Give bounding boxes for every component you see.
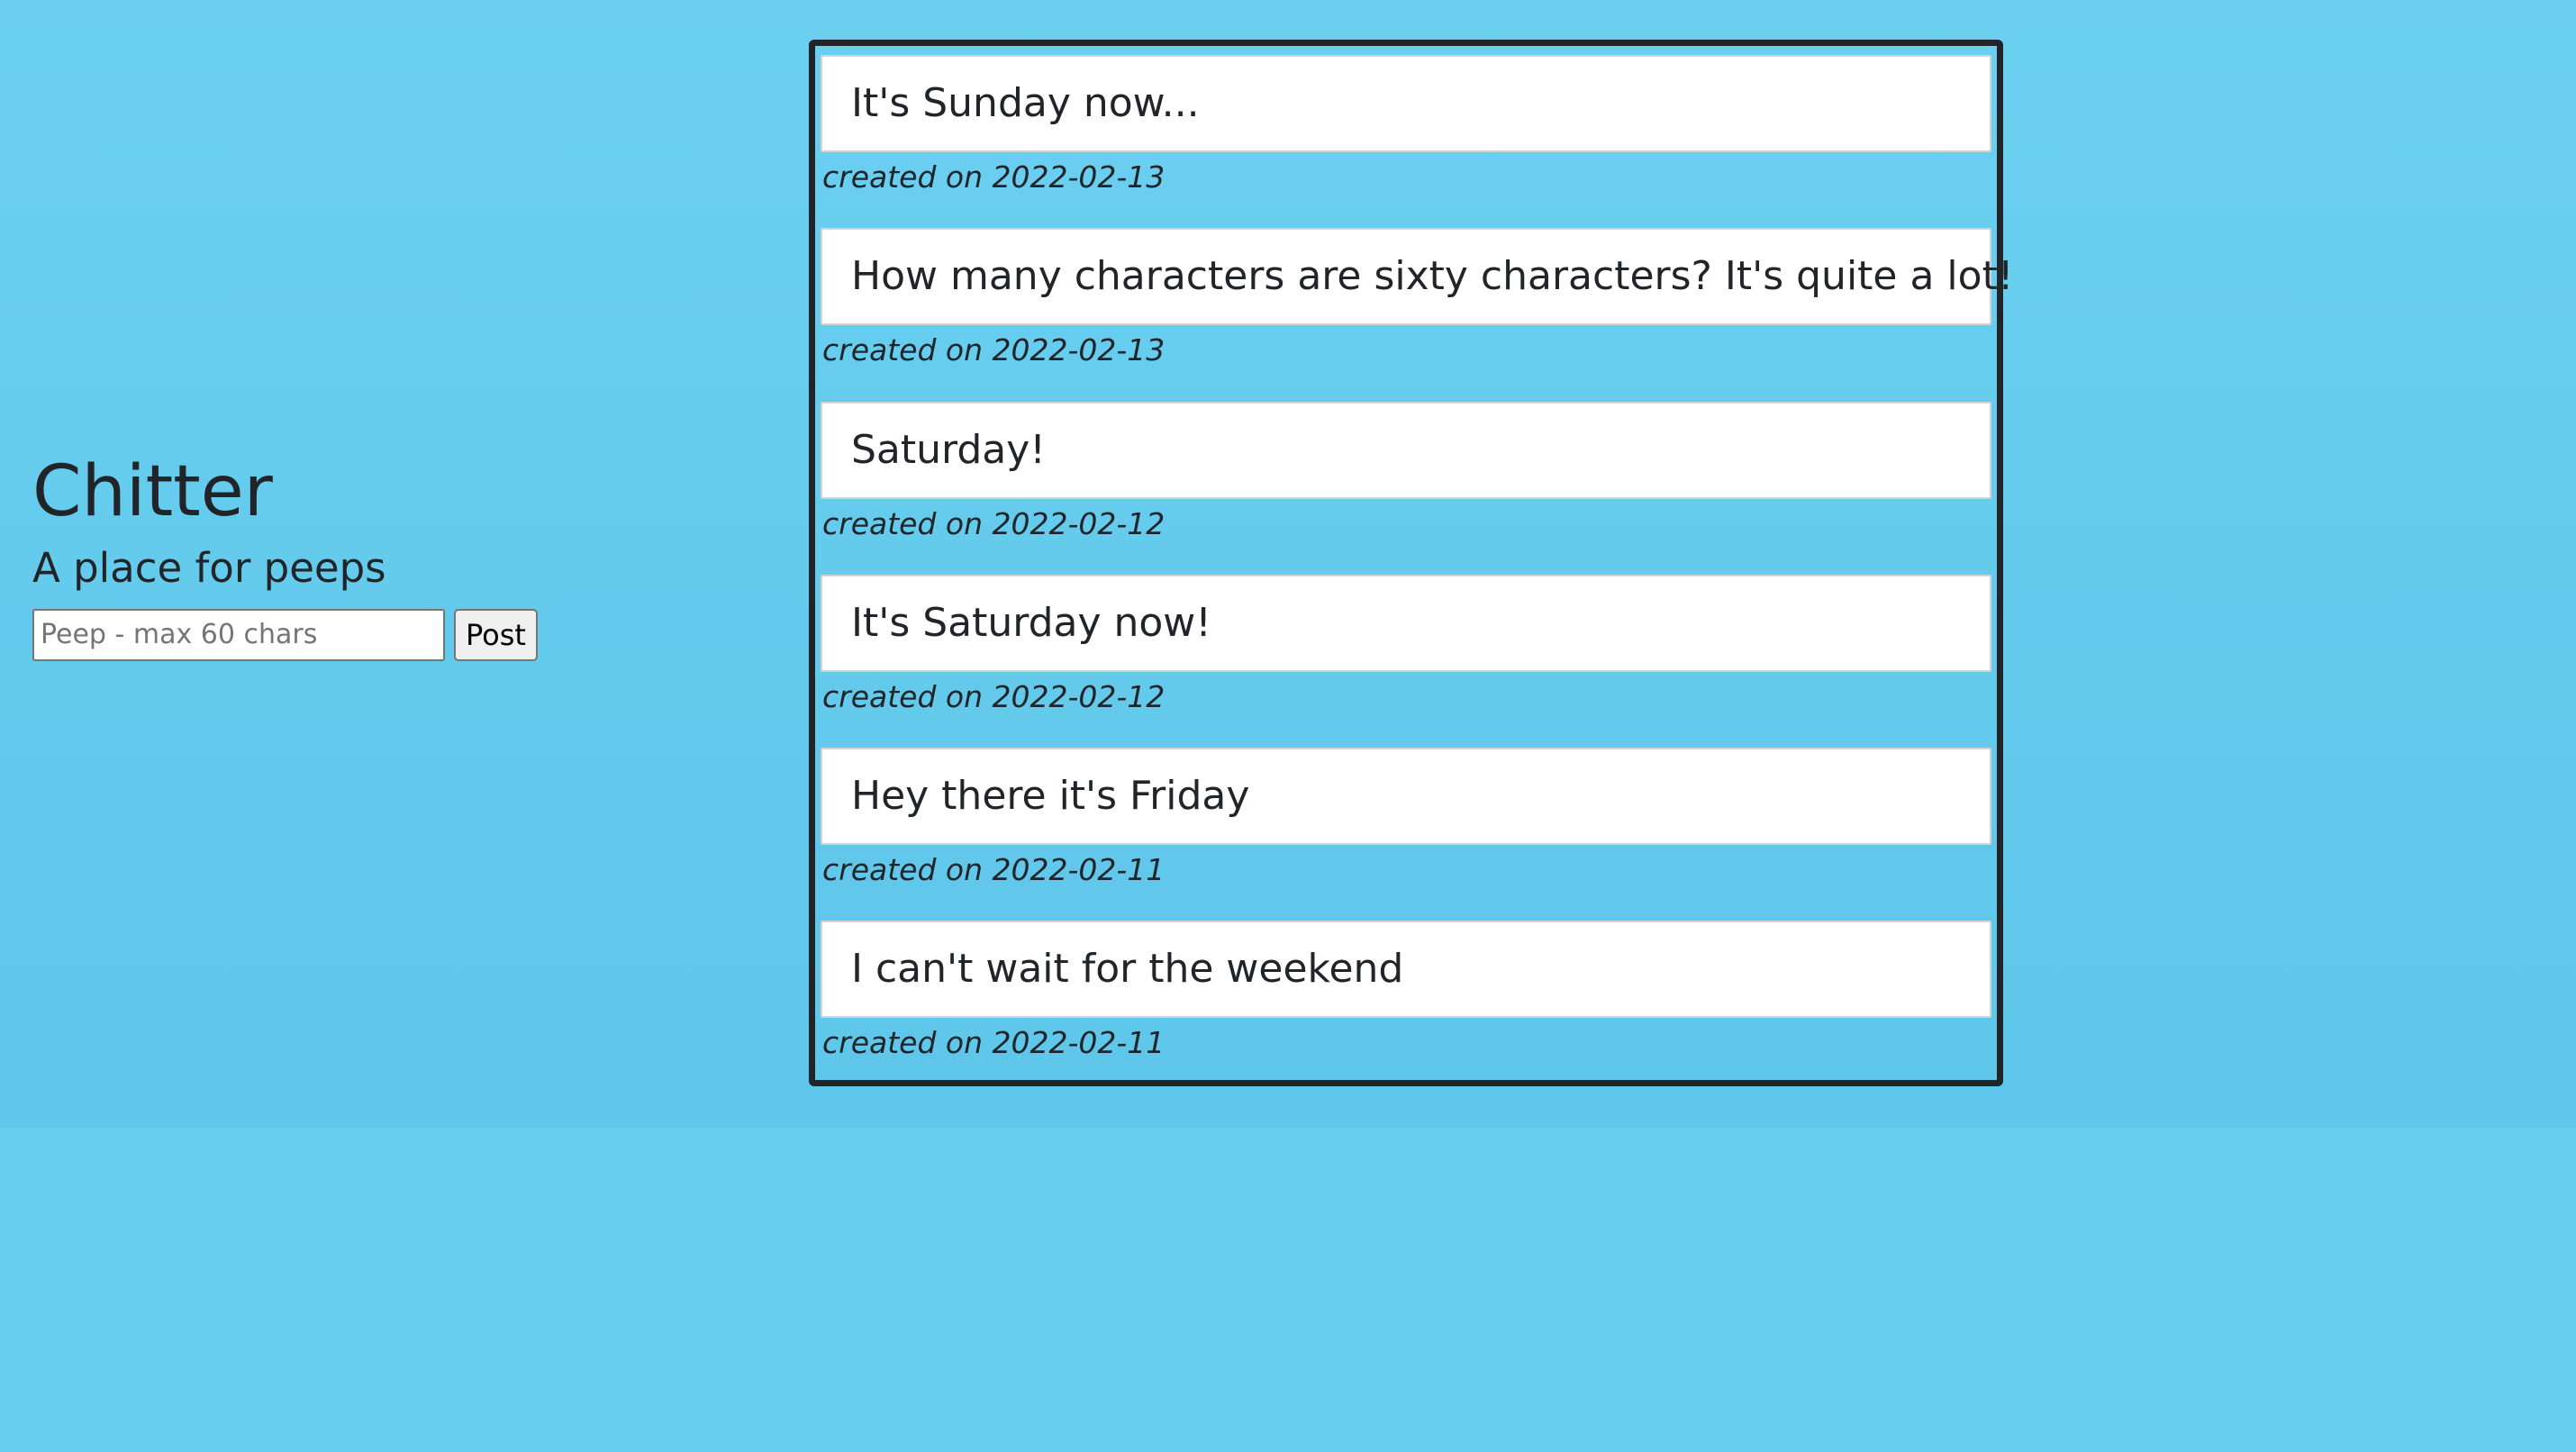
- peep-card: It's Sunday now...: [821, 55, 1991, 152]
- peep-card: Saturday!: [821, 401, 1991, 499]
- peep-item: It's Saturday now! created on 2022-02-12: [821, 574, 1991, 714]
- peep-text: Hey there it's Friday: [851, 773, 1250, 820]
- peep-created-date: created on 2022-02-12: [822, 505, 1166, 541]
- peep-created-date: created on 2022-02-13: [822, 159, 1166, 195]
- post-button[interactable]: Post: [454, 608, 538, 661]
- peep-text: It's Saturday now!: [851, 599, 1211, 646]
- peep-created-date: created on 2022-02-11: [822, 852, 1166, 888]
- peep-card: It's Saturday now!: [821, 574, 1991, 672]
- app-title: Chitter: [32, 451, 273, 532]
- peep-item: Saturday! created on 2022-02-12: [821, 401, 1991, 541]
- app-subtitle: A place for peeps: [32, 543, 386, 592]
- peep-form: Post: [32, 608, 753, 661]
- peep-card: Hey there it's Friday: [821, 748, 1991, 846]
- peep-created-date: created on 2022-02-12: [822, 678, 1166, 714]
- peep-text: Saturday!: [851, 426, 1046, 473]
- peep-item: It's Sunday now... created on 2022-02-13: [821, 55, 1991, 194]
- peep-item: Hey there it's Friday created on 2022-02…: [821, 748, 1991, 886]
- page-background-lower: [0, 1128, 2576, 1452]
- peep-feed[interactable]: It's Sunday now... created on 2022-02-13…: [809, 40, 2013, 1086]
- peep-card: I can't wait for the weekend: [821, 921, 1991, 1019]
- peep-text: How many characters are sixty characters…: [851, 253, 2014, 300]
- peep-created-date: created on 2022-02-11: [822, 1025, 1166, 1061]
- peep-card: How many characters are sixty characters…: [821, 228, 2013, 326]
- peep-item: How many characters are sixty characters…: [821, 228, 2013, 368]
- peep-created-date: created on 2022-02-13: [822, 332, 1166, 368]
- peep-item: I can't wait for the weekend created on …: [821, 921, 1991, 1059]
- peep-input[interactable]: [32, 608, 445, 661]
- brand-panel: Chitter A place for peeps Post: [32, 450, 753, 661]
- peep-text: It's Sunday now...: [851, 80, 1200, 126]
- peep-text: I can't wait for the weekend: [851, 946, 1404, 993]
